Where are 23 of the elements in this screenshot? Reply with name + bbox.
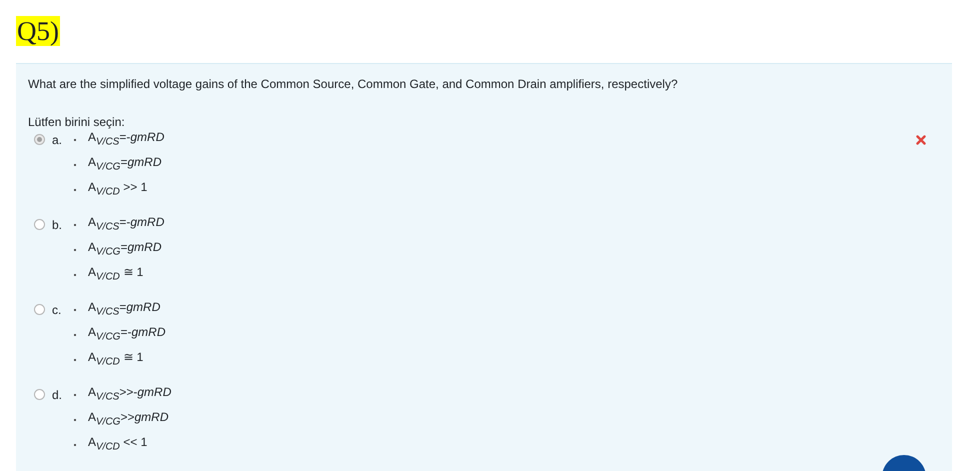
radio-button[interactable] [34, 219, 45, 230]
formula-text: A$_{V/CG}$=-gmRD [88, 324, 166, 344]
formula-text: A$_{V/CS}$>>-gmRD [88, 384, 172, 404]
formula-text: A$_{V/CG}$=gmRD [88, 154, 162, 174]
formula-text: A$_{V/CS}$=-gmRD [88, 214, 164, 234]
instruction-text: Lütfen birini seçin: [28, 114, 126, 130]
question-number: Q5) [16, 16, 60, 46]
formula-text: A$_{V/CG}$>>gmRD [88, 408, 168, 430]
option-letter: d. [52, 387, 62, 403]
formula-text: A$_{V/CD}$ >> 1 [88, 178, 148, 200]
formula-text: A$_{V/CS}$=-gmRD [88, 128, 164, 150]
radio-button[interactable] [34, 304, 45, 315]
radio-button[interactable] [34, 134, 45, 145]
option-letter: b. [52, 217, 62, 233]
question-text: What are the simplified voltage gains of the Common Source, Common Gate, and Common Drain amplifiers, respectively? [28, 76, 679, 92]
radio-button[interactable] [34, 389, 45, 400]
option-letter: a. [52, 132, 62, 148]
formula-text: A$_{V/CD}$ ≅ 1 [88, 348, 144, 370]
formula-text: A$_{V/CG}$=gmRD [88, 238, 162, 260]
option-letter: c. [52, 302, 62, 318]
formula-text: A$_{V/CD}$ << 1 [88, 434, 148, 454]
formula-text: A$_{V/CS}$=gmRD [88, 298, 160, 320]
formula-text: A$_{V/CD}$ ≅ 1 [88, 264, 144, 284]
